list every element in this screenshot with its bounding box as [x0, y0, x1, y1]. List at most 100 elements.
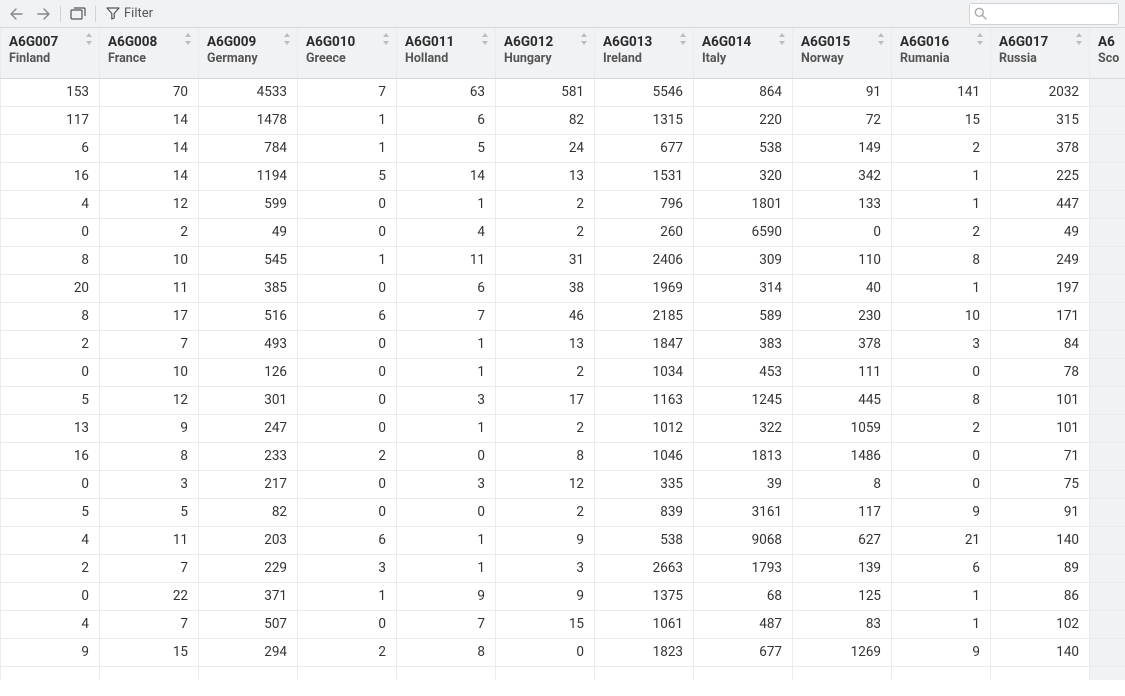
cell[interactable]: 1061 — [595, 610, 694, 638]
search-input[interactable] — [991, 6, 1114, 22]
cell[interactable]: 447 — [991, 190, 1090, 218]
cell[interactable]: 2 — [892, 134, 991, 162]
cell[interactable]: 1163 — [595, 386, 694, 414]
cell[interactable]: 140 — [991, 526, 1090, 554]
cell[interactable]: 2 — [496, 358, 595, 386]
sort-indicator-icon[interactable] — [778, 33, 788, 45]
horizontal-scroll[interactable]: A6G007FinlandA6G008FranceA6G009GermanyA6… — [0, 28, 1125, 696]
cell[interactable]: 220 — [694, 106, 793, 134]
cell[interactable]: 8 — [1, 246, 100, 274]
cell[interactable]: 2 — [100, 218, 199, 246]
cell[interactable]: 4 — [397, 218, 496, 246]
cell[interactable]: 10 — [892, 302, 991, 330]
table-row[interactable]: 2722931326631793139689 — [1, 554, 1125, 582]
cell[interactable]: 101 — [991, 386, 1090, 414]
column-header[interactable]: A6G011Holland — [397, 28, 496, 78]
cell[interactable]: 84 — [991, 330, 1090, 358]
cell[interactable]: 0 — [892, 442, 991, 470]
cell[interactable] — [595, 666, 694, 680]
cell[interactable]: 1 — [298, 582, 397, 610]
sort-indicator-icon[interactable] — [184, 33, 194, 45]
filter-button[interactable]: Filter — [102, 4, 157, 24]
cell[interactable]: 1269 — [793, 638, 892, 666]
cell[interactable]: 230 — [793, 302, 892, 330]
cell[interactable]: 581 — [496, 78, 595, 106]
cell[interactable]: 538 — [694, 134, 793, 162]
cell[interactable]: 1059 — [793, 414, 892, 442]
cell[interactable]: 0 — [298, 610, 397, 638]
cell[interactable]: 8 — [892, 246, 991, 274]
table-row[interactable]: 139247012101232210592101 — [1, 414, 1125, 442]
open-window-button[interactable] — [67, 4, 89, 24]
cell[interactable]: 1793 — [694, 554, 793, 582]
nav-forward-button[interactable] — [32, 4, 54, 24]
cell[interactable]: 197 — [991, 274, 1090, 302]
cell[interactable]: 20 — [1, 274, 100, 302]
table-row[interactable]: 915294280182367712699140 — [1, 638, 1125, 666]
cell[interactable]: 0 — [397, 442, 496, 470]
cell[interactable]: 0 — [892, 470, 991, 498]
column-header[interactable]: A6G009Germany — [199, 28, 298, 78]
cell[interactable]: 1245 — [694, 386, 793, 414]
cell[interactable]: 89 — [991, 554, 1090, 582]
cell[interactable]: 1 — [892, 610, 991, 638]
cell[interactable]: 141 — [892, 78, 991, 106]
cell[interactable]: 10 — [100, 246, 199, 274]
cell[interactable]: 75 — [991, 470, 1090, 498]
cell[interactable]: 5 — [1, 386, 100, 414]
cell[interactable]: 12 — [496, 470, 595, 498]
cell[interactable]: 385 — [199, 274, 298, 302]
cell[interactable]: 301 — [199, 386, 298, 414]
cell[interactable]: 9 — [892, 498, 991, 526]
cell[interactable] — [199, 666, 298, 680]
column-header[interactable]: A6G013Ireland — [595, 28, 694, 78]
cell[interactable]: 13 — [496, 330, 595, 358]
cell[interactable]: 864 — [694, 78, 793, 106]
cell[interactable]: 247 — [199, 414, 298, 442]
cell[interactable]: 2 — [1, 330, 100, 358]
cell[interactable]: 15 — [892, 106, 991, 134]
cell[interactable]: 8 — [892, 386, 991, 414]
cell[interactable]: 3 — [892, 330, 991, 358]
sort-indicator-icon[interactable] — [877, 33, 887, 45]
cell[interactable]: 1 — [397, 190, 496, 218]
cell[interactable]: 8 — [100, 442, 199, 470]
sort-indicator-icon[interactable] — [85, 33, 95, 45]
cell[interactable]: 7 — [100, 330, 199, 358]
cell[interactable]: 6 — [397, 274, 496, 302]
cell[interactable]: 14 — [397, 162, 496, 190]
sort-indicator-icon[interactable] — [283, 33, 293, 45]
cell[interactable]: 0 — [298, 190, 397, 218]
cell[interactable]: 70 — [100, 78, 199, 106]
table-row[interactable]: 411203619538906862721140 — [1, 526, 1125, 554]
cell[interactable]: 0 — [1, 470, 100, 498]
cell[interactable]: 7 — [397, 610, 496, 638]
cell[interactable]: 487 — [694, 610, 793, 638]
table-row[interactable] — [1, 666, 1125, 680]
cell[interactable]: 1 — [298, 106, 397, 134]
cell[interactable]: 1486 — [793, 442, 892, 470]
cell[interactable]: 627 — [793, 526, 892, 554]
cell[interactable]: 0 — [1, 358, 100, 386]
cell[interactable]: 12 — [100, 190, 199, 218]
table-row[interactable]: 41259901279618011331447 — [1, 190, 1125, 218]
cell[interactable]: 16 — [1, 162, 100, 190]
cell[interactable]: 10 — [100, 358, 199, 386]
table-row[interactable]: 032170312335398075 — [1, 470, 1125, 498]
vertical-scroll[interactable]: A6G007FinlandA6G008FranceA6G009GermanyA6… — [0, 28, 1125, 680]
cell[interactable]: 507 — [199, 610, 298, 638]
cell[interactable]: 233 — [199, 442, 298, 470]
cell[interactable]: 0 — [892, 358, 991, 386]
cell[interactable]: 4 — [1, 190, 100, 218]
cell[interactable]: 111 — [793, 358, 892, 386]
cell[interactable]: 2 — [496, 414, 595, 442]
cell[interactable]: 101 — [991, 414, 1090, 442]
cell[interactable]: 0 — [298, 358, 397, 386]
cell[interactable]: 38 — [496, 274, 595, 302]
cell[interactable]: 294 — [199, 638, 298, 666]
sort-indicator-icon[interactable] — [679, 33, 689, 45]
cell[interactable]: 1 — [397, 414, 496, 442]
cell[interactable]: 1194 — [199, 162, 298, 190]
cell[interactable]: 2 — [298, 638, 397, 666]
cell[interactable]: 445 — [793, 386, 892, 414]
